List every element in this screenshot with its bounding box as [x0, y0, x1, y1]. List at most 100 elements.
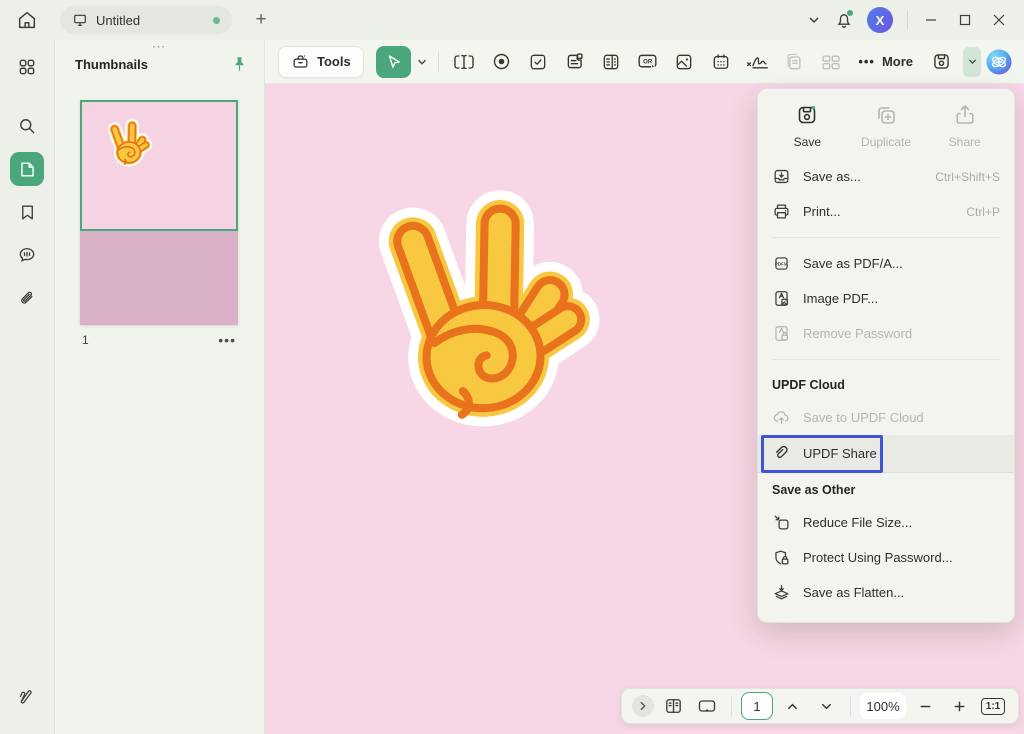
- presentation-icon: [696, 696, 718, 716]
- save-as-icon: [772, 167, 791, 186]
- select-tool-dropdown[interactable]: [413, 46, 430, 78]
- menu-separator: [772, 359, 1000, 360]
- menu-item-save-as-flatten[interactable]: Save as Flatten...: [758, 575, 1014, 610]
- titlebar-chevron-down-button[interactable]: [799, 5, 829, 35]
- page-thumbnail[interactable]: 1 •••: [80, 100, 238, 347]
- page-number-input[interactable]: 1: [741, 692, 773, 720]
- image-tool[interactable]: [667, 46, 702, 78]
- chevron-down-icon: [807, 13, 821, 27]
- menu-item-label: Protect Using Password...: [803, 550, 1000, 565]
- search-icon: [17, 116, 37, 136]
- presentation-mode-button[interactable]: [692, 692, 722, 720]
- menu-save-button[interactable]: Save: [768, 103, 847, 149]
- actual-size-button[interactable]: 1:1: [978, 692, 1008, 720]
- thumbnails-title: Thumbnails: [75, 57, 231, 72]
- zoom-out-button[interactable]: [910, 692, 940, 720]
- form-tool[interactable]: [594, 46, 629, 78]
- flatten-layers-icon: [772, 583, 791, 602]
- statusbar-collapse-button[interactable]: [632, 695, 654, 717]
- pdf-canvas[interactable]: Save Duplicate Share: [265, 84, 1024, 734]
- new-tab-button[interactable]: +: [246, 5, 276, 35]
- thumbnail-meta: 1 •••: [80, 325, 238, 347]
- calendar-icon: [711, 52, 731, 72]
- save-button[interactable]: [923, 46, 960, 78]
- select-tool-button[interactable]: [376, 46, 412, 78]
- shield-lock-icon: [772, 548, 791, 567]
- signature-tool[interactable]: [740, 46, 775, 78]
- zoom-level-input[interactable]: 100%: [860, 693, 906, 719]
- rail-comments-button[interactable]: [10, 238, 44, 272]
- ai-icon: [985, 48, 1013, 76]
- thumbnail-more-button[interactable]: •••: [218, 336, 236, 344]
- peace-hand-sticker[interactable]: [364, 169, 635, 435]
- comment-note-tool[interactable]: [557, 46, 592, 78]
- form-icon: [601, 52, 621, 72]
- app-window: Untitled + X: [0, 0, 1024, 734]
- record-tool[interactable]: [484, 46, 519, 78]
- more-tools-button[interactable]: ••• More: [850, 46, 921, 78]
- maximize-button[interactable]: [948, 5, 982, 35]
- notifications-button[interactable]: [829, 5, 859, 35]
- organize-pages-tool[interactable]: [814, 46, 849, 78]
- rail-attachments-button[interactable]: [10, 281, 44, 315]
- menu-share-button[interactable]: Share: [925, 103, 1004, 149]
- menu-item-reduce-file-size[interactable]: Reduce File Size...: [758, 505, 1014, 540]
- thumbnails-panel: ⋯ Thumbnails 1: [55, 40, 265, 734]
- zoom-in-button[interactable]: [944, 692, 974, 720]
- chevron-down-icon: [820, 700, 833, 713]
- checkbox-tool[interactable]: [520, 46, 555, 78]
- menu-item-image-pdf[interactable]: Image PDF...: [758, 281, 1014, 316]
- menu-item-save-to-updf-cloud[interactable]: Save to UPDF Cloud: [758, 400, 1014, 435]
- menu-item-protect-using-password[interactable]: Protect Using Password...: [758, 540, 1014, 575]
- statusbar-divider: [731, 696, 732, 716]
- document-tab[interactable]: Untitled: [60, 6, 232, 34]
- menu-item-updf-share[interactable]: UPDF Share: [758, 435, 1014, 473]
- rail-theme-button[interactable]: [10, 679, 44, 713]
- menu-item-print[interactable]: Print... Ctrl+P: [758, 194, 1014, 229]
- rail-bookmark-button[interactable]: [10, 195, 44, 229]
- pin-panel-button[interactable]: [231, 56, 248, 73]
- chevron-down-icon: [416, 56, 428, 68]
- notification-dot: [847, 10, 853, 16]
- menu-item-save-as-pdfa[interactable]: PDF/A Save as PDF/A...: [758, 246, 1014, 281]
- menu-item-save-as[interactable]: Save as... Ctrl+Shift+S: [758, 159, 1014, 194]
- close-button[interactable]: [982, 5, 1016, 35]
- next-page-button[interactable]: [811, 692, 841, 720]
- home-button[interactable]: [12, 5, 42, 35]
- pages-tool[interactable]: [777, 46, 812, 78]
- menu-item-label: Save to UPDF Cloud: [803, 410, 1000, 425]
- minimize-button[interactable]: [914, 5, 948, 35]
- previous-page-button[interactable]: [777, 692, 807, 720]
- plus-icon: [953, 700, 966, 713]
- menu-duplicate-button[interactable]: Duplicate: [847, 103, 926, 149]
- ocr-icon: OR: [636, 51, 659, 72]
- rail-search-button[interactable]: [10, 109, 44, 143]
- user-avatar[interactable]: X: [867, 7, 893, 33]
- save-icon: [795, 103, 819, 127]
- menu-item-label: UPDF Share: [803, 446, 1000, 461]
- ocr-tool[interactable]: OR: [630, 46, 665, 78]
- edit-text-tool[interactable]: [447, 46, 482, 78]
- menu-section-save-as-other: Save as Other: [758, 473, 1014, 505]
- rail-grid-button[interactable]: [10, 50, 44, 84]
- pages-icon: [784, 52, 804, 72]
- save-options-dropdown[interactable]: [963, 47, 981, 77]
- table-tool[interactable]: [704, 46, 739, 78]
- minus-icon: [919, 700, 932, 713]
- rail-thumbnails-button[interactable]: [10, 152, 44, 186]
- menu-item-remove-password[interactable]: Remove Password: [758, 316, 1014, 351]
- reading-mode-button[interactable]: [658, 692, 688, 720]
- print-icon: [772, 202, 791, 221]
- chevron-down-icon: [967, 56, 978, 67]
- image-pdf-icon: [772, 289, 791, 308]
- panel-drag-handle[interactable]: ⋯: [55, 38, 264, 55]
- work-area: Tools: [265, 40, 1024, 734]
- link-paperclip-icon: [772, 444, 791, 463]
- pin-icon: [231, 56, 248, 73]
- tools-button[interactable]: Tools: [278, 46, 364, 78]
- page-icon: [18, 160, 37, 179]
- ai-assistant-button[interactable]: [984, 47, 1014, 77]
- cursor-icon: [385, 53, 403, 71]
- thumbnail-sticker: [105, 115, 160, 169]
- menu-item-label: Save as...: [803, 169, 923, 184]
